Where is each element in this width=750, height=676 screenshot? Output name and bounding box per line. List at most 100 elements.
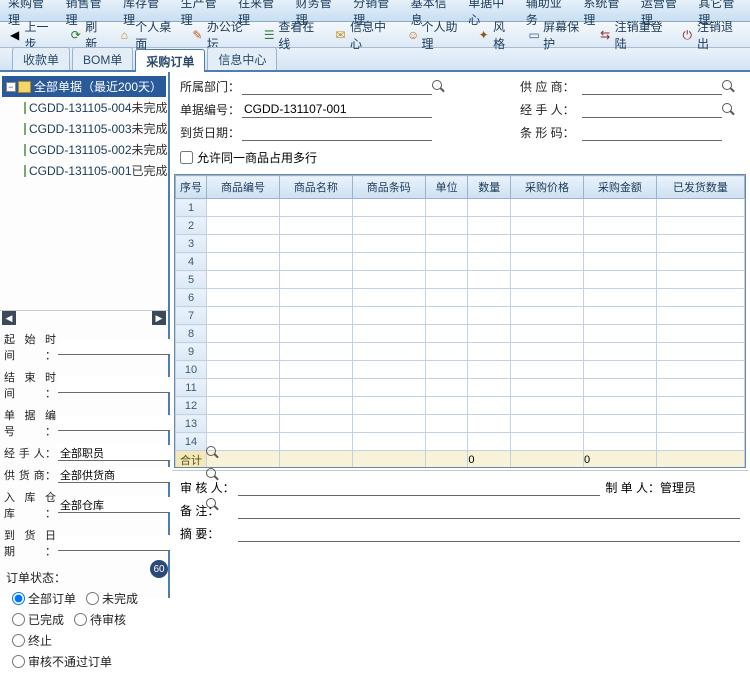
collapse-icon[interactable]: − bbox=[6, 82, 16, 92]
table-row[interactable]: 9 bbox=[176, 343, 745, 361]
grid-cell[interactable] bbox=[425, 307, 468, 325]
grid-cell[interactable] bbox=[207, 361, 280, 379]
grid-header[interactable]: 数量 bbox=[468, 176, 511, 199]
relogin-button[interactable]: ⇆注销重登陆 bbox=[596, 17, 672, 53]
grid-cell[interactable] bbox=[425, 199, 468, 217]
barcode-input[interactable] bbox=[582, 125, 722, 141]
grid-cell[interactable] bbox=[656, 343, 744, 361]
status-radio-input[interactable] bbox=[12, 592, 25, 605]
grid-cell[interactable] bbox=[656, 307, 744, 325]
grid-cell[interactable] bbox=[583, 235, 656, 253]
grid-cell[interactable] bbox=[352, 217, 425, 235]
grid-cell[interactable] bbox=[425, 343, 468, 361]
vendor-input[interactable] bbox=[582, 79, 722, 95]
grid-cell[interactable] bbox=[583, 307, 656, 325]
status-radio-input[interactable] bbox=[12, 613, 25, 626]
status-radio[interactable]: 已完成 bbox=[12, 611, 64, 628]
table-row[interactable]: 1 bbox=[176, 199, 745, 217]
warehouse-search-icon[interactable] bbox=[206, 498, 220, 512]
grid-cell[interactable] bbox=[656, 433, 744, 451]
grid-cell[interactable] bbox=[656, 361, 744, 379]
tree-item[interactable]: CGDD-131105-001 已完成 bbox=[2, 160, 166, 181]
grid-cell[interactable] bbox=[279, 343, 352, 361]
grid-cell[interactable] bbox=[583, 361, 656, 379]
table-row[interactable]: 14 bbox=[176, 433, 745, 451]
vendor-search-icon[interactable] bbox=[722, 80, 736, 94]
grid-header[interactable]: 采购金额 bbox=[583, 176, 656, 199]
dept-search-icon[interactable] bbox=[432, 80, 446, 94]
grid-cell[interactable] bbox=[425, 253, 468, 271]
grid-cell[interactable] bbox=[656, 415, 744, 433]
grid-cell[interactable] bbox=[511, 307, 584, 325]
status-radio-input[interactable] bbox=[12, 655, 25, 668]
tab-message-center[interactable]: 信息中心 bbox=[207, 47, 277, 70]
grid-cell[interactable] bbox=[279, 307, 352, 325]
grid-cell[interactable] bbox=[511, 397, 584, 415]
status-radio[interactable]: 审核不通过订单 bbox=[12, 653, 112, 670]
grid-cell[interactable] bbox=[656, 253, 744, 271]
grid-cell[interactable] bbox=[583, 217, 656, 235]
grid-header[interactable]: 序号 bbox=[176, 176, 207, 199]
tree-item[interactable]: CGDD-131105-004 未完成 bbox=[2, 97, 166, 118]
grid-cell[interactable] bbox=[511, 253, 584, 271]
order-handler-search-icon[interactable] bbox=[722, 103, 736, 117]
tree-item[interactable]: CGDD-131105-003 未完成 bbox=[2, 118, 166, 139]
grid-cell[interactable] bbox=[279, 271, 352, 289]
grid-cell[interactable] bbox=[468, 379, 511, 397]
grid-cell[interactable] bbox=[656, 199, 744, 217]
grid-cell[interactable] bbox=[468, 235, 511, 253]
status-radio[interactable]: 未完成 bbox=[86, 590, 138, 607]
order-handler-input[interactable] bbox=[582, 102, 722, 118]
arrival-input[interactable] bbox=[242, 125, 432, 141]
grid-cell[interactable] bbox=[511, 343, 584, 361]
grid-cell[interactable] bbox=[468, 289, 511, 307]
remark-input[interactable] bbox=[238, 503, 740, 519]
grid-cell[interactable] bbox=[511, 379, 584, 397]
grid-cell[interactable] bbox=[352, 289, 425, 307]
grid-cell[interactable] bbox=[352, 271, 425, 289]
table-row[interactable]: 6 bbox=[176, 289, 745, 307]
grid-cell[interactable] bbox=[511, 325, 584, 343]
grid-cell[interactable] bbox=[468, 343, 511, 361]
grid-cell[interactable] bbox=[511, 289, 584, 307]
grid-cell[interactable] bbox=[425, 289, 468, 307]
grid-cell[interactable] bbox=[279, 397, 352, 415]
grid-cell[interactable] bbox=[656, 379, 744, 397]
items-grid[interactable]: 序号商品编号商品名称商品条码单位数量采购价格采购金额已发货数量123456789… bbox=[174, 174, 746, 468]
grid-cell[interactable] bbox=[207, 397, 280, 415]
assist-button[interactable]: ☺个人助理 bbox=[403, 17, 469, 53]
grid-cell[interactable] bbox=[468, 307, 511, 325]
tree-scrollbar[interactable]: ◀ ▶ bbox=[0, 310, 168, 325]
grid-header[interactable]: 商品条码 bbox=[352, 176, 425, 199]
grid-cell[interactable] bbox=[352, 433, 425, 451]
grid-cell[interactable] bbox=[583, 271, 656, 289]
grid-cell[interactable] bbox=[468, 325, 511, 343]
supplier-search-icon[interactable] bbox=[206, 468, 220, 482]
handler-search-icon[interactable] bbox=[206, 446, 220, 460]
table-row[interactable]: 3 bbox=[176, 235, 745, 253]
scroll-right-icon[interactable]: ▶ bbox=[152, 311, 166, 325]
grid-cell[interactable] bbox=[583, 199, 656, 217]
grid-cell[interactable] bbox=[352, 415, 425, 433]
status-radio-input[interactable] bbox=[12, 634, 25, 647]
grid-cell[interactable] bbox=[425, 379, 468, 397]
style-button[interactable]: ✦风格 bbox=[475, 17, 519, 53]
grid-cell[interactable] bbox=[279, 379, 352, 397]
grid-cell[interactable] bbox=[583, 343, 656, 361]
table-row[interactable]: 10 bbox=[176, 361, 745, 379]
grid-cell[interactable] bbox=[468, 199, 511, 217]
grid-cell[interactable] bbox=[352, 343, 425, 361]
scroll-left-icon[interactable]: ◀ bbox=[2, 311, 16, 325]
grid-cell[interactable] bbox=[468, 433, 511, 451]
grid-cell[interactable] bbox=[425, 271, 468, 289]
order-code-input[interactable] bbox=[242, 102, 432, 118]
grid-cell[interactable] bbox=[279, 235, 352, 253]
message-button[interactable]: ✉信息中心 bbox=[331, 17, 397, 53]
tree-item[interactable]: CGDD-131105-002 未完成 bbox=[2, 139, 166, 160]
grid-cell[interactable] bbox=[279, 415, 352, 433]
grid-cell[interactable] bbox=[583, 325, 656, 343]
grid-cell[interactable] bbox=[352, 361, 425, 379]
grid-cell[interactable] bbox=[656, 289, 744, 307]
grid-cell[interactable] bbox=[425, 361, 468, 379]
grid-cell[interactable] bbox=[425, 397, 468, 415]
